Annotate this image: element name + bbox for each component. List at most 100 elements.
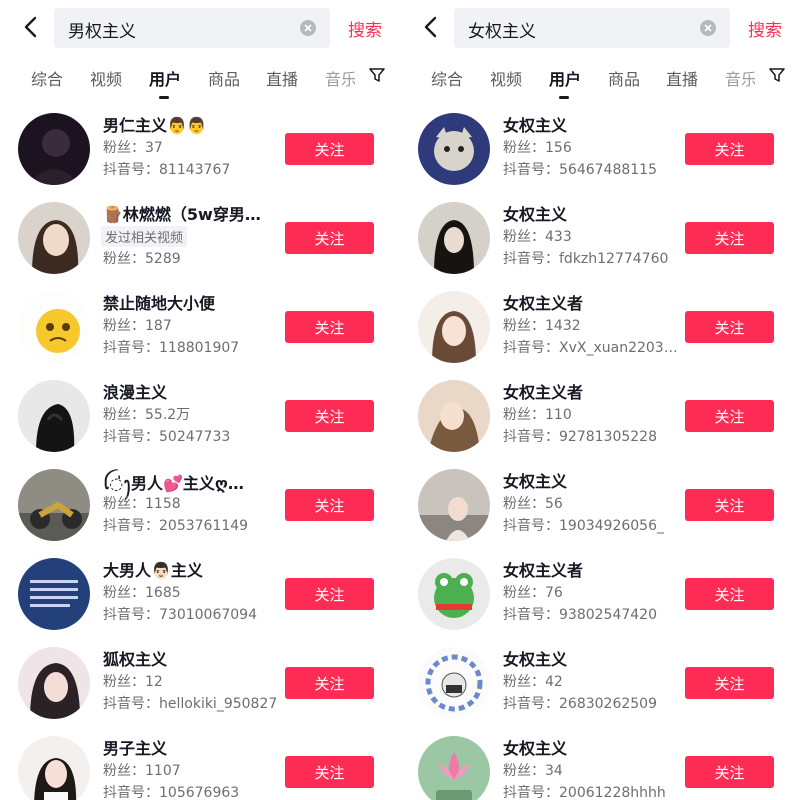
follow-button[interactable]: 关注 xyxy=(685,667,774,699)
avatar-image xyxy=(18,113,90,185)
follow-button[interactable]: 关注 xyxy=(685,756,774,788)
user-result-row[interactable]: 女权主义者 粉丝：110 抖音号：92781305228 关注 xyxy=(400,372,800,461)
search-box[interactable]: 女权主义 xyxy=(454,8,730,48)
user-name[interactable]: 女权主义者 xyxy=(503,557,583,581)
user-avatar[interactable] xyxy=(18,647,90,719)
tab-users[interactable]: 用户 xyxy=(149,66,181,90)
user-avatar[interactable] xyxy=(418,202,490,274)
right-screen: 女权主义 搜索 综合 视频 用户 商品 直播 音乐 女权主义 粉丝：156 抖音号：… xyxy=(400,0,800,800)
filter-icon[interactable] xyxy=(768,66,786,84)
user-avatar[interactable] xyxy=(18,291,90,363)
follow-button[interactable]: 关注 xyxy=(685,578,774,610)
follow-button[interactable]: 关注 xyxy=(285,400,374,432)
tab-live[interactable]: 直播 xyxy=(266,66,298,90)
tab-videos[interactable]: 视频 xyxy=(490,66,522,90)
clear-search-button[interactable] xyxy=(700,20,716,36)
back-button[interactable] xyxy=(16,12,46,42)
user-avatar[interactable] xyxy=(18,113,90,185)
search-button[interactable]: 搜索 xyxy=(348,16,382,41)
follow-button[interactable]: 关注 xyxy=(285,133,374,165)
douyin-id: 抖音号：105676963 xyxy=(103,785,240,800)
fan-count: 粉丝：433 xyxy=(503,229,572,245)
user-avatar[interactable] xyxy=(418,380,490,452)
follow-button[interactable]: 关注 xyxy=(685,222,774,254)
user-avatar[interactable] xyxy=(18,380,90,452)
user-result-row[interactable]: 狐权主义 粉丝：12 抖音号：hellokiki_950827 关注 xyxy=(0,639,400,728)
fan-count: 粉丝：37 xyxy=(103,140,163,156)
user-name[interactable]: 女权主义 xyxy=(503,468,567,492)
user-result-row[interactable]: 男仁主义👨👨 粉丝：37 抖音号：81143767 关注 xyxy=(0,105,400,194)
user-result-row[interactable]: 浪漫主义 粉丝：55.2万 抖音号：50247733 关注 xyxy=(0,372,400,461)
user-avatar[interactable] xyxy=(18,469,90,541)
user-name[interactable]: 男仁主义👨👨 xyxy=(103,112,207,136)
user-name[interactable]: 男子主义 xyxy=(103,735,167,759)
user-name[interactable]: 禁止随地大小便 xyxy=(103,290,215,314)
follow-button[interactable]: 关注 xyxy=(285,667,374,699)
tab-music[interactable]: 音乐 xyxy=(325,66,355,90)
tab-all[interactable]: 综合 xyxy=(431,66,463,90)
search-button[interactable]: 搜索 xyxy=(748,16,782,41)
fan-count: 粉丝：1158 xyxy=(103,496,181,512)
user-avatar[interactable] xyxy=(418,558,490,630)
filter-icon[interactable] xyxy=(368,66,386,84)
search-input[interactable]: 女权主义 xyxy=(468,17,688,42)
follow-button[interactable]: 关注 xyxy=(685,311,774,343)
follow-button[interactable]: 关注 xyxy=(685,400,774,432)
user-name[interactable]: 女权主义 xyxy=(503,646,567,670)
user-avatar[interactable] xyxy=(18,558,90,630)
user-avatar[interactable] xyxy=(418,736,490,800)
user-avatar[interactable] xyxy=(418,647,490,719)
user-avatar[interactable] xyxy=(418,291,490,363)
user-result-row[interactable]: 男子主义 粉丝：1107 抖音号：105676963 关注 xyxy=(0,728,400,800)
user-avatar[interactable] xyxy=(18,736,90,800)
user-name[interactable]: 女权主义 xyxy=(503,201,567,225)
follow-button[interactable]: 关注 xyxy=(285,489,374,521)
douyin-id: 抖音号：92781305228 xyxy=(503,429,657,445)
user-name[interactable]: 浪漫主义 xyxy=(103,379,167,403)
tab-products[interactable]: 商品 xyxy=(208,66,240,90)
chevron-left-icon xyxy=(424,16,437,38)
tab-all[interactable]: 综合 xyxy=(31,66,63,90)
follow-button[interactable]: 关注 xyxy=(285,311,374,343)
tab-videos[interactable]: 视频 xyxy=(90,66,122,90)
fan-count: 粉丝：12 xyxy=(103,674,163,690)
user-name[interactable]: 狐权主义 xyxy=(103,646,167,670)
user-result-row[interactable]: 女权主义 粉丝：433 抖音号：fdkzh12774760 关注 xyxy=(400,194,800,283)
user-result-row[interactable]: ꪶ◌̍ꫂ男人💕主义ღ… 粉丝：1158 抖音号：2053761149 关注 xyxy=(0,461,400,550)
back-button[interactable] xyxy=(416,12,446,42)
user-name[interactable]: 女权主义 xyxy=(503,735,567,759)
user-avatar[interactable] xyxy=(18,202,90,274)
search-input[interactable]: 男权主义 xyxy=(68,17,288,42)
user-result-row[interactable]: 女权主义 粉丝：56 抖音号：19034926056_ 关注 xyxy=(400,461,800,550)
follow-button[interactable]: 关注 xyxy=(285,222,374,254)
user-name[interactable]: 女权主义者 xyxy=(503,379,583,403)
user-name[interactable]: 大男人👨🏻主义 xyxy=(103,557,203,581)
follow-button[interactable]: 关注 xyxy=(685,489,774,521)
search-header: 男权主义 搜索 xyxy=(0,6,400,48)
user-avatar[interactable] xyxy=(418,113,490,185)
follow-button[interactable]: 关注 xyxy=(285,756,374,788)
search-box[interactable]: 男权主义 xyxy=(54,8,330,48)
user-result-row[interactable]: 大男人👨🏻主义 粉丝：1685 抖音号：73010067094 关注 xyxy=(0,550,400,639)
follow-button[interactable]: 关注 xyxy=(285,578,374,610)
user-result-row[interactable]: 🪵林燃燃（5w穿男… 发过相关视频 粉丝：5289 关注 xyxy=(0,194,400,283)
tab-users[interactable]: 用户 xyxy=(549,66,581,90)
clear-search-button[interactable] xyxy=(300,20,316,36)
follow-button[interactable]: 关注 xyxy=(685,133,774,165)
user-result-row[interactable]: 女权主义 粉丝：34 抖音号：20061228hhhh 关注 xyxy=(400,728,800,800)
user-result-row[interactable]: 女权主义者 粉丝：76 抖音号：93802547420 关注 xyxy=(400,550,800,639)
search-header: 女权主义 搜索 xyxy=(400,6,800,48)
tab-products[interactable]: 商品 xyxy=(608,66,640,90)
user-name[interactable]: 女权主义 xyxy=(503,112,567,136)
user-name[interactable]: 🪵林燃燃（5w穿男… xyxy=(103,201,261,225)
user-result-row[interactable]: 女权主义 粉丝：156 抖音号：56467488115 关注 xyxy=(400,105,800,194)
user-result-row[interactable]: 女权主义者 粉丝：1432 抖音号：XvX_xuan2203… 关注 xyxy=(400,283,800,372)
tab-live[interactable]: 直播 xyxy=(666,66,698,90)
user-result-row[interactable]: 禁止随地大小便 粉丝：187 抖音号：118801907 关注 xyxy=(0,283,400,372)
user-result-row[interactable]: 女权主义 粉丝：42 抖音号：26830262509 关注 xyxy=(400,639,800,728)
tab-music[interactable]: 音乐 xyxy=(725,66,755,90)
chevron-left-icon xyxy=(24,16,37,38)
user-name[interactable]: 女权主义者 xyxy=(503,290,583,314)
user-avatar[interactable] xyxy=(418,469,490,541)
fan-count: 粉丝：55.2万 xyxy=(103,407,191,423)
